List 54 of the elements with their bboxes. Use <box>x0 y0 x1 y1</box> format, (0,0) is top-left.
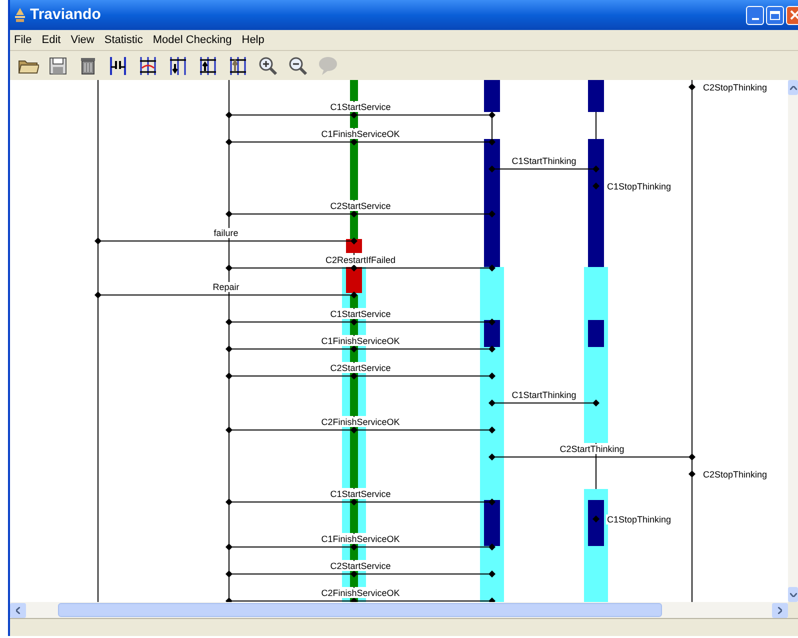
message-label: C2FinishServiceOK <box>321 417 400 427</box>
event-label: C1StopThinking <box>607 182 672 192</box>
message-label: C1StartService <box>330 489 391 499</box>
scroll-down-button[interactable] <box>788 587 798 602</box>
event-diamond-icon <box>592 182 600 190</box>
window-title: Traviando <box>30 4 101 25</box>
message-label: C2RestartIfFailed <box>325 255 396 265</box>
message-label: C1StartThinking <box>512 390 576 400</box>
message-label: C2StartService <box>330 201 391 211</box>
app-icon <box>14 7 26 23</box>
failure-bar <box>346 267 362 293</box>
message-label: C2StartThinking <box>560 444 624 454</box>
scroll-up-button[interactable] <box>788 80 798 95</box>
message-label: C2StartService <box>330 363 391 373</box>
event-label: C2StopThinking <box>703 470 768 480</box>
message-label: C1StartService <box>330 102 391 112</box>
lifelines-down-icon <box>167 54 189 76</box>
message-label: failure <box>214 228 238 238</box>
activation-bar <box>484 80 500 112</box>
event-diamond-icon <box>592 516 600 522</box>
scrollbar-thumb[interactable] <box>58 603 662 617</box>
lifelines-up-icon <box>197 54 219 76</box>
message-label: C1FinishServiceOK <box>321 129 400 139</box>
vertical-scrollbar[interactable] <box>788 80 798 602</box>
activation-bar <box>350 80 358 101</box>
event-label: C2StopThinking <box>703 82 768 92</box>
menu-item[interactable]: Statistic <box>104 32 143 48</box>
speech-bubble-icon <box>317 54 339 76</box>
scroll-left-button[interactable] <box>10 602 26 618</box>
horizontal-scrollbar[interactable] <box>10 602 788 618</box>
menu-item[interactable]: Edit <box>42 32 61 48</box>
menu-item[interactable]: Model Checking <box>152 32 232 48</box>
close-icon <box>790 10 798 20</box>
message-label: C1StartThinking <box>512 156 576 166</box>
menu-item[interactable]: View <box>70 32 94 48</box>
maximize-button[interactable] <box>766 6 784 24</box>
zoom-in-icon <box>257 54 279 76</box>
message-label: Repair <box>212 282 240 292</box>
menu-item[interactable]: File <box>14 32 32 48</box>
lifelines-loop-icon <box>137 54 159 76</box>
lifelines-merge-icon <box>107 54 129 76</box>
minimize-button[interactable] <box>746 6 764 24</box>
message-label: C1StartService <box>330 309 391 319</box>
scroll-right-button[interactable] <box>772 602 788 618</box>
activation-bar <box>588 80 604 112</box>
menu-item[interactable]: Help <box>242 32 264 48</box>
zoom-out-icon <box>287 54 309 76</box>
message-label: C2FinishServiceOK <box>321 588 400 598</box>
message-label: C1FinishServiceOK <box>321 336 400 346</box>
message-label: C1FinishServiceOK <box>321 534 400 544</box>
activation-bar <box>350 139 358 200</box>
lifelines-top-icon <box>227 54 249 76</box>
message-label: C2StartService <box>330 561 391 571</box>
event-label: C1StopThinking <box>607 514 672 524</box>
